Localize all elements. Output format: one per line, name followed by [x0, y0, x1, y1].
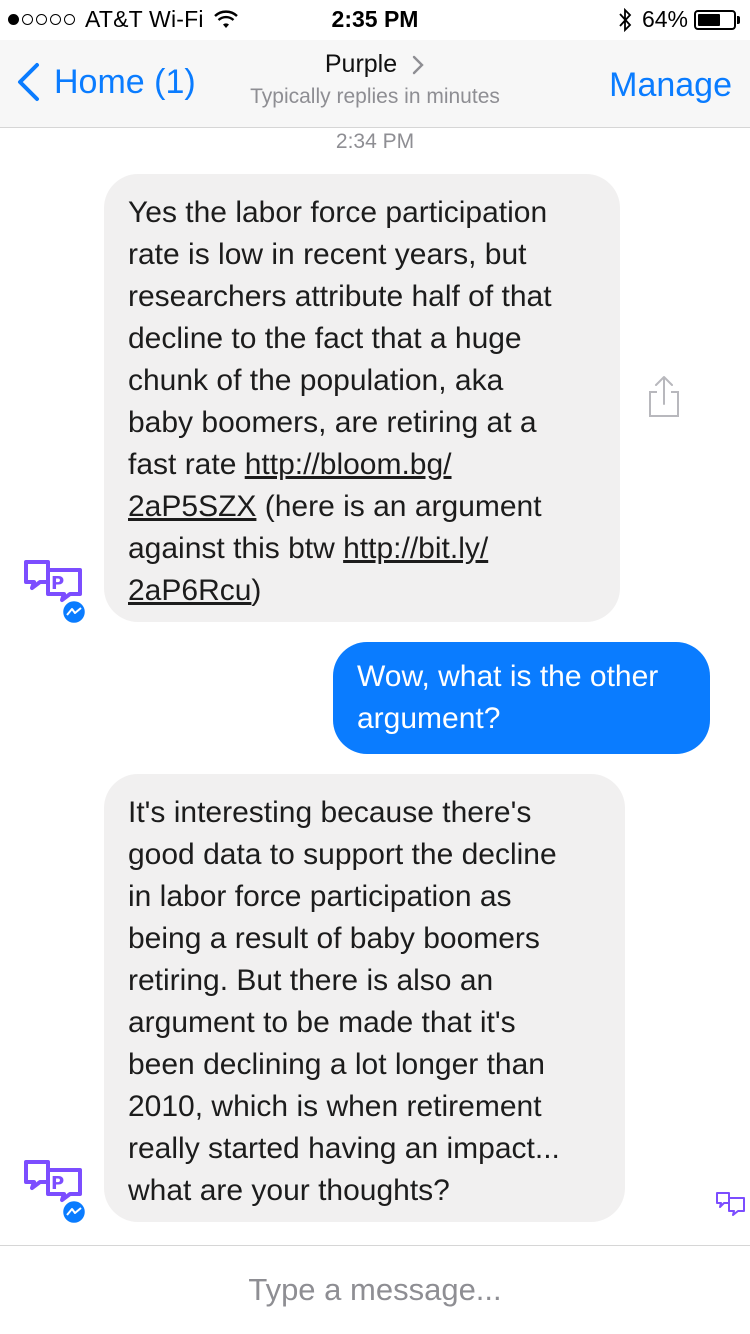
message-input[interactable]: Type a message...: [0, 1272, 750, 1308]
message-text: fast rate: [128, 448, 245, 481]
message-text: against this btw: [128, 532, 344, 565]
incoming-message-bubble[interactable]: Yes the labor force participation rate i…: [104, 174, 620, 622]
message-line: good data to support the decline: [128, 838, 557, 871]
message-line: Wow, what is the other: [357, 660, 659, 693]
message-line: decline to the fact that a huge: [128, 322, 522, 355]
message-timestamp: 2:34 PM: [335, 130, 415, 153]
message-line: rate is low in recent years, but: [128, 238, 527, 271]
message-text: (here is an argument: [256, 490, 542, 523]
svg-text:P: P: [51, 573, 64, 594]
message-line: fast rate http://bloom.bg/: [128, 444, 596, 486]
message-line: 2aP6Rcu): [128, 570, 596, 612]
status-bar: AT&T Wi-Fi 2:35 PM 64%: [0, 0, 750, 40]
battery-percent: 64%: [641, 6, 688, 32]
bot-avatar-icon[interactable]: P: [18, 556, 98, 626]
message-line: retiring. But there is also an: [128, 964, 494, 997]
message-text: ): [251, 574, 262, 607]
bot-avatar-icon[interactable]: P: [18, 1156, 98, 1226]
incoming-message-bubble[interactable]: It's interesting because there's good da…: [104, 774, 625, 1222]
seen-avatar-icon: [716, 1192, 745, 1216]
message-composer[interactable]: Type a message...: [0, 1245, 750, 1334]
message-line: against this btw http://bit.ly/: [128, 528, 596, 570]
svg-text:P: P: [51, 1173, 64, 1194]
status-right: 64%: [618, 6, 740, 33]
message-line: chunk of the population, aka: [128, 364, 504, 397]
message-line: been declining a lot longer than: [128, 1048, 545, 1081]
battery-icon: [694, 9, 740, 30]
manage-button[interactable]: Manage: [609, 66, 732, 105]
bitly-link[interactable]: http://bit.ly/: [343, 532, 488, 565]
share-icon[interactable]: [647, 374, 681, 418]
message-line: 2aP5SZX (here is an argument: [128, 486, 596, 528]
message-line: researchers attribute half of that: [128, 280, 552, 313]
bloomberg-link[interactable]: 2aP5SZX: [128, 490, 256, 523]
outgoing-message-bubble[interactable]: Wow, what is the other argument?: [333, 642, 710, 754]
message-line: Yes the labor force participation: [128, 196, 548, 229]
message-line: what are your thoughts?: [128, 1174, 450, 1207]
bloomberg-link[interactable]: http://bloom.bg/: [245, 448, 452, 481]
message-line: argument?: [357, 702, 501, 735]
message-line: really started having an impact...: [128, 1132, 560, 1165]
navigation-bar: Home (1) Purple Typically replies in min…: [0, 40, 750, 128]
chevron-right-icon: [412, 55, 424, 74]
message-line: baby boomers, are retiring at a: [128, 406, 537, 439]
message-line: being a result of baby boomers: [128, 922, 540, 955]
message-line: in labor force participation as: [128, 880, 512, 913]
bluetooth-icon: [619, 7, 632, 32]
conversation-title: Purple: [324, 50, 398, 78]
bitly-link[interactable]: 2aP6Rcu: [128, 574, 251, 607]
message-line: 2010, which is when retirement: [128, 1090, 542, 1123]
message-line: It's interesting because there's: [128, 796, 532, 829]
message-line: argument to be made that it's: [128, 1006, 516, 1039]
